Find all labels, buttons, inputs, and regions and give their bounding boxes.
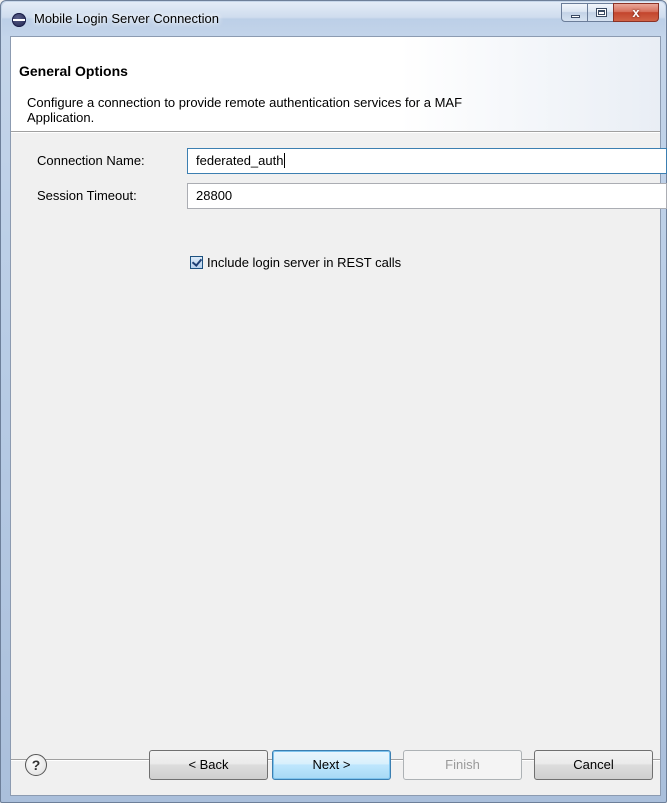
cancel-button[interactable]: Cancel [534,750,653,780]
include-login-option[interactable]: Include login server in REST calls [190,255,401,270]
connection-name-label: Connection Name: [37,153,145,168]
text-caret [284,153,286,168]
window-title: Mobile Login Server Connection [34,11,219,26]
page-title: General Options [19,63,128,79]
next-button[interactable]: Next > [272,750,391,780]
connection-name-value: federated_auth [196,153,284,168]
maximize-icon [596,8,607,17]
connection-name-field[interactable]: federated_auth [187,148,667,174]
help-icon: ? [31,757,41,773]
finish-button[interactable]: Finish [403,750,522,780]
close-icon: x [632,5,640,20]
page-description: Configure a connection to provide remote… [27,95,463,125]
dialog-window: Mobile Login Server Connection x General… [0,0,667,803]
minimize-icon [571,15,580,18]
header-banner: General Options Configure a connection t… [11,37,660,131]
dialog-client-area: General Options Configure a connection t… [10,36,667,796]
session-timeout-field[interactable]: 28800 [187,183,667,209]
session-timeout-value: 28800 [196,188,233,203]
maximize-button[interactable] [587,3,614,22]
minimize-button[interactable] [561,3,588,22]
close-button[interactable]: x [613,3,659,22]
header-divider [11,131,660,133]
back-button[interactable]: < Back [149,750,268,780]
help-button[interactable]: ? [25,754,47,776]
session-timeout-label: Session Timeout: [37,188,137,203]
window-controls: x [561,3,659,22]
title-bar[interactable]: Mobile Login Server Connection x [2,2,665,36]
include-login-checkbox[interactable] [190,256,203,269]
include-login-label: Include login server in REST calls [207,255,402,270]
eclipse-icon [12,13,26,27]
